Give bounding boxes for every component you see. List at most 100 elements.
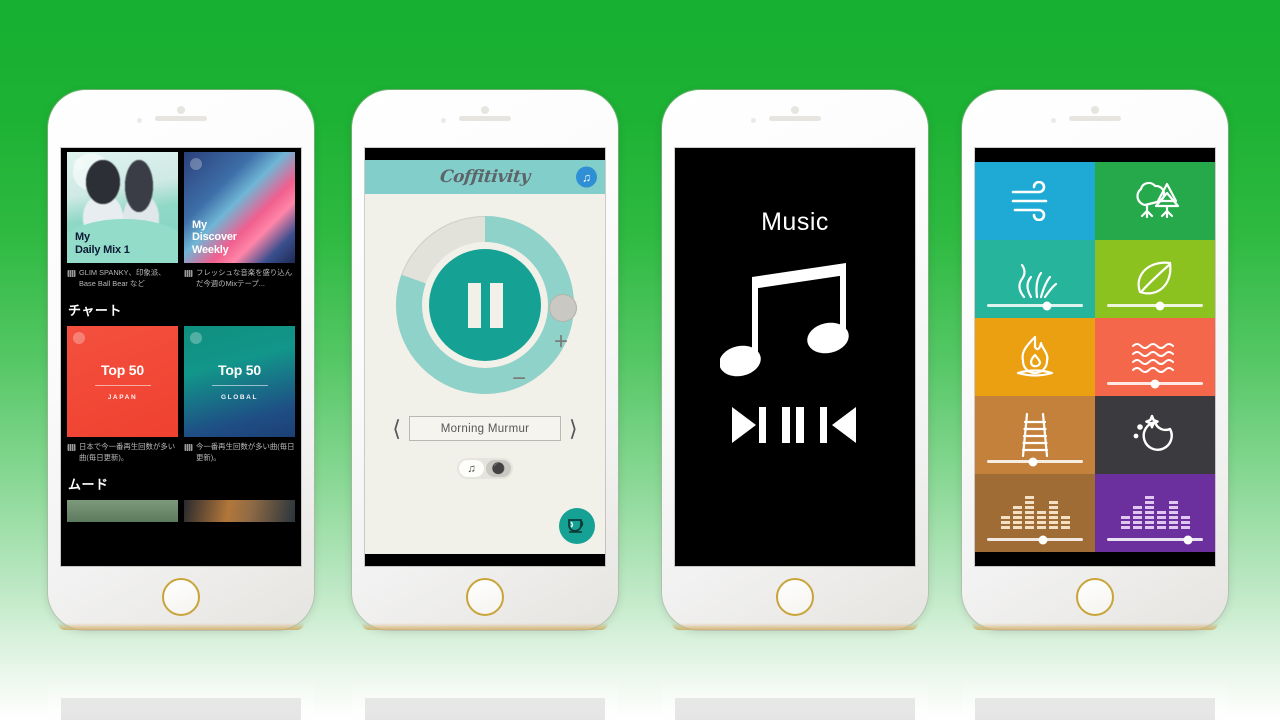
playlist-card-daily-mix[interactable]: My Daily Mix 1 GLIM SPANKY、印象派、Base Ball… xyxy=(67,152,178,289)
chart-row: Top 50 JAPAN 日本で今一番再生回数が多い曲(毎日更新)。 Top 5… xyxy=(67,326,295,463)
phone-reflection xyxy=(662,652,928,720)
phone-music: Music xyxy=(662,90,928,630)
slider-knob[interactable] xyxy=(1042,301,1052,310)
playlist-card-discover-weekly[interactable]: My Discover Weekly フレッシュな音楽を盛り込んだ今週のMixテ… xyxy=(184,152,295,289)
chart-artwork: Top 50 JAPAN xyxy=(67,326,178,437)
chart-card-top50-global[interactable]: Top 50 GLOBAL 今一番再生回数が多い曲(毎日更新)。 xyxy=(184,326,295,463)
page-title: Music xyxy=(761,208,829,236)
front-camera-icon xyxy=(1091,106,1099,114)
divider xyxy=(211,385,268,386)
sound-tile-leaf[interactable] xyxy=(1095,240,1215,318)
sound-tile-noise-purple[interactable] xyxy=(1095,474,1215,552)
sound-tile-night[interactable] xyxy=(1095,396,1215,474)
phone-reflection xyxy=(352,652,618,720)
playlist-art-title: My Daily Mix 1 xyxy=(75,231,130,256)
chevron-right-icon[interactable]: ⟩ xyxy=(569,417,578,440)
sound-tile-campfire[interactable] xyxy=(975,318,1095,396)
volume-up-icon[interactable]: + xyxy=(554,330,568,354)
slider-knob[interactable] xyxy=(1038,535,1048,544)
playback-controls xyxy=(732,407,856,443)
noise-screen xyxy=(975,148,1215,566)
skip-forward-icon xyxy=(732,407,766,443)
front-camera-icon xyxy=(481,106,489,114)
beamed-eighth-notes-icon xyxy=(720,263,849,377)
slider-knob[interactable] xyxy=(1183,535,1193,544)
pause-icon-bar-right xyxy=(489,282,503,328)
home-button[interactable] xyxy=(776,578,814,616)
equalizer-badge-icon xyxy=(184,444,193,451)
playlist-description-text: GLIM SPANKY、印象派、Base Ball Bear など xyxy=(79,268,166,288)
track-name[interactable]: Morning Murmur xyxy=(409,416,561,441)
volume-slider[interactable] xyxy=(1107,535,1203,544)
waves-icon xyxy=(1132,343,1174,373)
mood-row xyxy=(67,500,295,522)
coffee-cup-icon[interactable] xyxy=(559,508,595,544)
music-note-icon[interactable]: ♫ xyxy=(576,166,597,188)
sound-tile-wind[interactable] xyxy=(975,162,1095,240)
campfire-icon xyxy=(1016,335,1054,377)
equalizer-badge-icon xyxy=(67,270,76,277)
slider-knob[interactable] xyxy=(1028,457,1038,466)
playlist-description: GLIM SPANKY、印象派、Base Ball Bear など xyxy=(67,268,178,289)
status-bar xyxy=(975,148,1215,162)
chart-artwork: Top 50 GLOBAL xyxy=(184,326,295,437)
playlist-art-title: My Discover Weekly xyxy=(192,218,237,256)
earpiece-speaker-icon xyxy=(459,116,511,121)
toggle-option-music[interactable]: ♫ xyxy=(459,460,484,477)
pause-button[interactable] xyxy=(429,249,541,361)
equalizer-icon xyxy=(1120,495,1190,531)
chart-region: JAPAN xyxy=(107,394,138,401)
volume-dial[interactable]: + − xyxy=(396,216,577,394)
home-button[interactable] xyxy=(1076,578,1114,616)
sound-tile-leaves[interactable] xyxy=(975,240,1095,318)
coffitivity-screen: Coffitivity ♫ + − ⟨ Morning Murmur ⟩ ♫ ⚫ xyxy=(365,148,605,566)
explicit-badge-icon xyxy=(73,332,85,344)
chevron-left-icon[interactable]: ⟨ xyxy=(392,417,401,440)
slider-knob[interactable] xyxy=(1155,301,1165,310)
volume-slider[interactable] xyxy=(1107,301,1203,310)
explicit-badge-icon xyxy=(190,158,202,170)
toggle-option-mute[interactable]: ⚫ xyxy=(486,460,511,477)
chart-description: 今一番再生回数が多い曲(毎日更新)。 xyxy=(184,442,295,463)
sound-tile-forest[interactable] xyxy=(1095,162,1215,240)
sound-tile-train[interactable] xyxy=(975,396,1095,474)
playlist-description-text: フレッシュな音楽を盛り込んだ今週のMixテープ... xyxy=(196,268,293,288)
volume-knob[interactable] xyxy=(549,294,577,322)
wind-icon xyxy=(1011,181,1048,221)
app-logo: Coffitivity xyxy=(438,167,532,187)
sound-mode-toggle[interactable]: ♫ ⚫ xyxy=(457,458,513,479)
equalizer-badge-icon xyxy=(184,270,193,277)
volume-slider[interactable] xyxy=(987,457,1083,466)
volume-slider[interactable] xyxy=(987,301,1083,310)
home-button[interactable] xyxy=(162,578,200,616)
volume-slider[interactable] xyxy=(987,535,1083,544)
music-screen: Music xyxy=(675,148,915,566)
sound-tile-grid xyxy=(975,162,1215,552)
player-body: + − ⟨ Morning Murmur ⟩ ♫ ⚫ xyxy=(365,194,605,554)
volume-down-icon[interactable]: − xyxy=(512,367,526,391)
phone-spotify: My Daily Mix 1 GLIM SPANKY、印象派、Base Ball… xyxy=(48,90,314,630)
divider xyxy=(94,385,151,386)
mood-card-1[interactable] xyxy=(67,500,178,522)
sound-tile-waves[interactable] xyxy=(1095,318,1215,396)
spotify-screen: My Daily Mix 1 GLIM SPANKY、印象派、Base Ball… xyxy=(61,148,301,566)
chart-title: Top 50 xyxy=(101,362,144,378)
slider-knob[interactable] xyxy=(1150,379,1160,388)
moon-stars-icon xyxy=(1133,414,1173,451)
proximity-sensor-icon xyxy=(441,118,446,123)
chart-card-top50-japan[interactable]: Top 50 JAPAN 日本で今一番再生回数が多い曲(毎日更新)。 xyxy=(67,326,178,463)
volume-slider[interactable] xyxy=(1107,379,1203,388)
mood-card-2[interactable] xyxy=(184,500,295,522)
pause-icon-bar-left xyxy=(467,282,481,328)
phone-reflection xyxy=(48,652,314,720)
equalizer-badge-icon xyxy=(67,444,76,451)
phone-coffitivity: Coffitivity ♫ + − ⟨ Morning Murmur ⟩ ♫ ⚫ xyxy=(352,90,618,630)
section-heading-mood: ムード xyxy=(68,477,109,492)
home-button[interactable] xyxy=(466,578,504,616)
front-camera-icon xyxy=(177,106,185,114)
sound-tile-noise-tan[interactable] xyxy=(975,474,1095,552)
earpiece-speaker-icon xyxy=(769,116,821,121)
leaf-icon xyxy=(1137,261,1172,295)
trees-icon xyxy=(1136,181,1180,219)
proximity-sensor-icon xyxy=(751,118,756,123)
